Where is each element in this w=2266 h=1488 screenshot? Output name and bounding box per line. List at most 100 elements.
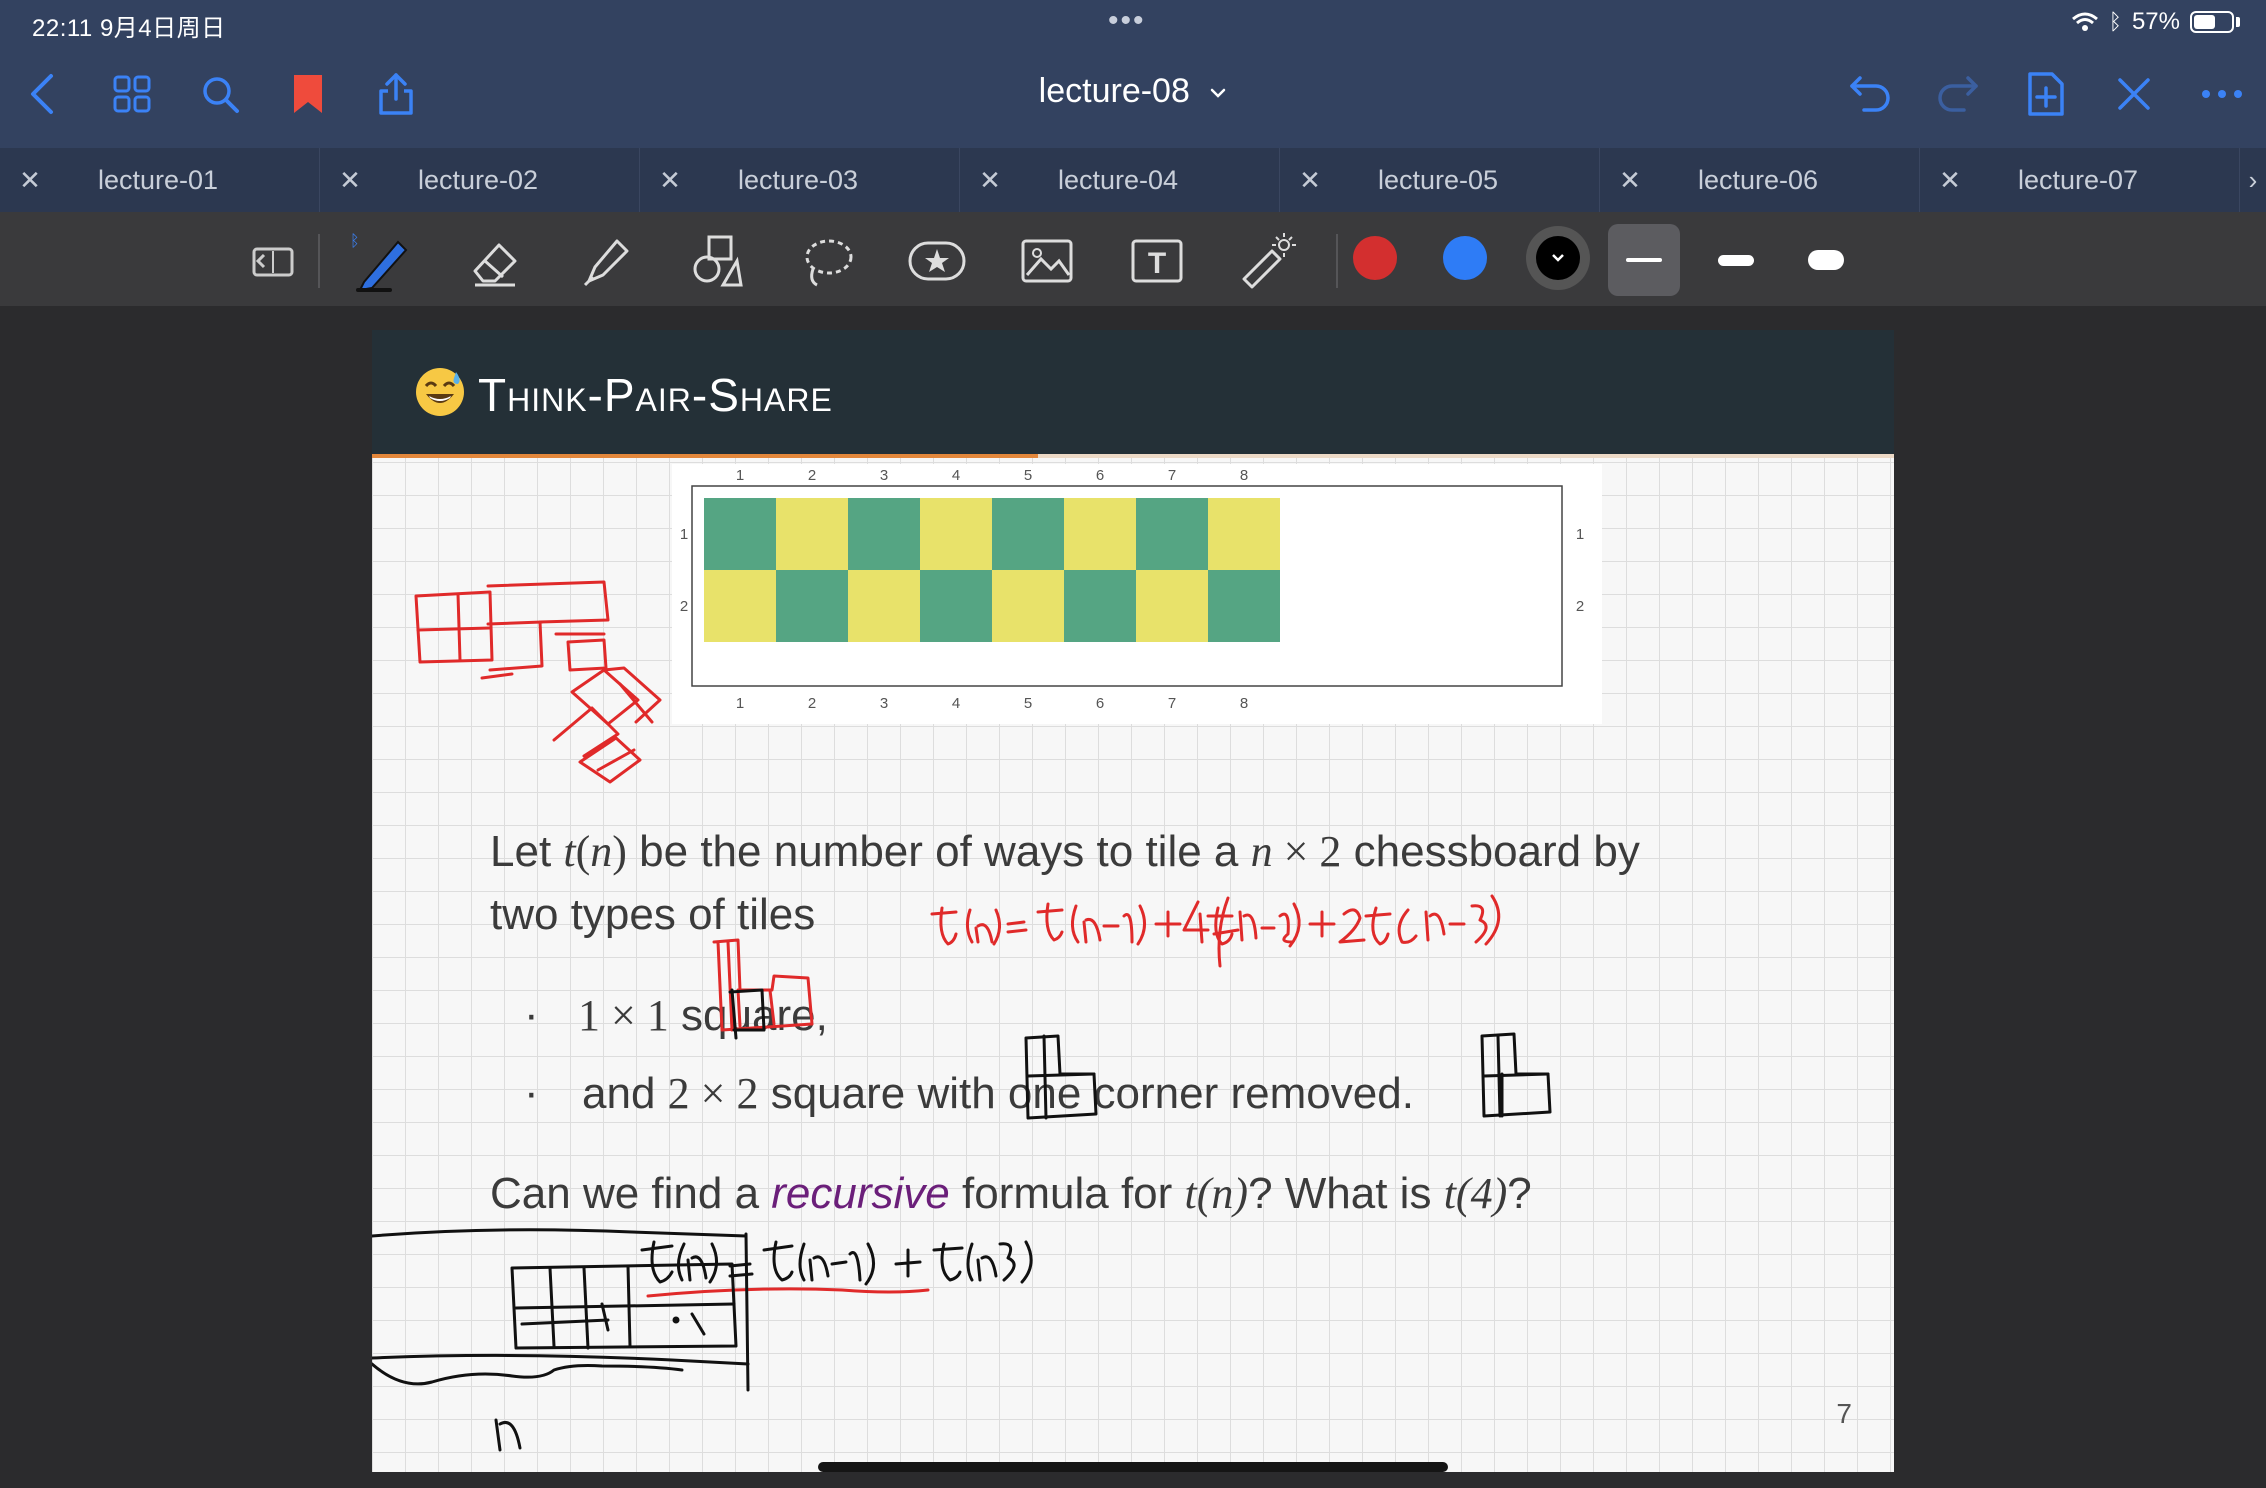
search-icon [203,77,239,113]
tab-scroll-more[interactable]: › [2240,148,2266,212]
tab-lecture-04[interactable]: ✕ lecture-04 [960,148,1280,212]
chevron-left-icon [31,74,53,114]
header-underline-accent [372,454,1038,458]
question-mark: ? [1507,1169,1532,1218]
stroke-thick-button[interactable] [1790,224,1862,296]
tab-lecture-01[interactable]: ✕ lecture-01 [0,148,320,212]
math-2x2: 2 × 2 [667,1069,759,1118]
col-label-bottom: 1 [736,695,744,712]
close-icon[interactable]: ✕ [960,165,1020,196]
toolbar-divider [1336,234,1338,288]
tab-lecture-02[interactable]: ✕ lecture-02 [320,148,640,212]
math-t-4: t(4) [1443,1169,1508,1218]
tab-lecture-05[interactable]: ✕ lecture-05 [1280,148,1600,212]
back-button[interactable] [14,66,70,122]
close-icon[interactable]: ✕ [1920,165,1980,196]
laser-pointer-tool[interactable] [1234,228,1300,294]
chess-cell-r2-c8 [1208,570,1280,642]
lasso-icon [805,239,853,287]
text-tool[interactable]: T [1124,228,1190,294]
text-number-of-ways: be the number of ways to tile a [626,827,1251,876]
more-button[interactable] [2194,66,2250,122]
home-indicator[interactable] [818,1462,1448,1472]
question-line: Can we find a recursive formula for t(n)… [490,1168,1532,1219]
search-button[interactable] [192,66,248,122]
wifi-icon [2071,12,2098,31]
bullet-dot: · [524,1068,539,1117]
chess-cell-r2-c5 [992,570,1064,642]
document-title-button[interactable]: lecture-08 [1000,72,1266,111]
bullet-dot: · [524,990,539,1039]
question-text-b: formula for [949,1169,1185,1218]
close-edit-button[interactable] [2106,66,2162,122]
tab-lecture-07[interactable]: ✕ lecture-07 [1920,148,2240,212]
row-label-right: 1 [1576,526,1584,543]
col-label-bottom: 5 [1024,695,1032,712]
bullet-2-and: and [582,1069,668,1118]
text-let: Let [490,827,564,876]
chess-cell-r1-c2 [776,498,848,570]
col-label-top: 2 [808,467,816,484]
color-black-swatch [1536,236,1580,280]
ink-red-underline [646,1287,930,1298]
multitask-dots-icon[interactable]: ••• [1108,4,1146,38]
color-black-selected[interactable] [1526,226,1590,290]
ink-red-recurrence [930,894,1501,968]
math-1x1: 1 × 1 [578,991,669,1040]
col-label-bottom: 7 [1168,695,1176,712]
row-label-left: 2 [680,598,688,615]
bookmark-button[interactable] [280,66,336,122]
pdf-page[interactable]: Think-Pair-Share 1 1 2 2 3 3 4 4 5 5 6 6 7 7 8 8 1 1 2 2 Le… [372,330,1894,1472]
eraser-tool[interactable] [462,228,528,294]
math-paren-open: ( [575,827,591,876]
close-icon[interactable]: ✕ [640,165,700,196]
col-label-top: 3 [880,467,888,484]
read-mode-tool[interactable] [240,228,306,294]
more-icon [2202,90,2242,98]
share-button[interactable] [368,66,424,122]
color-blue[interactable] [1443,236,1487,280]
sweat-smile-emoji-icon [416,368,464,416]
add-page-icon [2028,72,2064,116]
close-icon[interactable]: ✕ [1280,165,1340,196]
eraser-icon [473,243,517,287]
read-mode-icon [252,247,294,277]
lasso-tool[interactable] [794,228,860,294]
chess-cell-r2-c7 [1136,570,1208,642]
tab-lecture-06[interactable]: ✕ lecture-06 [1600,148,1920,212]
highlighter-tool[interactable] [572,228,638,294]
tab-lecture-03[interactable]: ✕ lecture-03 [640,148,960,212]
color-red[interactable] [1353,236,1397,280]
svg-text:ᛒ: ᛒ [350,233,360,250]
question-recursive: recursive [771,1169,950,1218]
chessboard-cells [704,498,1280,642]
document-canvas[interactable]: Think-Pair-Share 1 1 2 2 3 3 4 4 5 5 6 6 7 7 8 8 1 1 2 2 Le… [0,306,2266,1488]
shapes-tool[interactable] [684,228,750,294]
bullet-1: 1 × 1 square, [578,990,828,1041]
undo-button[interactable] [1842,66,1898,122]
col-label-top: 4 [952,467,960,484]
add-page-button[interactable] [2018,66,2074,122]
pen-tool[interactable]: ᛒ [350,228,416,294]
ink-black-formula [640,1240,1033,1286]
col-label-bottom: 3 [880,695,888,712]
thumbnails-button[interactable] [104,66,160,122]
chess-cell-r1-c7 [1136,498,1208,570]
stroke-medium-button[interactable] [1700,224,1772,296]
image-tool[interactable] [1014,228,1080,294]
tab-label: lecture-03 [738,164,859,195]
math-n: n [590,827,613,876]
stroke-thin-button[interactable] [1608,224,1680,296]
chess-cell-r1-c1 [704,498,776,570]
stroke-thin-icon [1626,258,1662,262]
chess-cell-r1-c4 [920,498,992,570]
chevron-down-icon [1211,88,1226,98]
close-icon[interactable]: ✕ [0,165,60,196]
bullet-2: and 2 × 2 square with one corner removed… [582,1068,1414,1119]
redo-button[interactable] [1930,66,1986,122]
elements-tool[interactable] [904,228,970,294]
definition-line-2: two types of tiles [490,890,816,939]
close-icon[interactable]: ✕ [320,165,380,196]
close-icon[interactable]: ✕ [1600,165,1660,196]
bookmark-icon [294,75,322,113]
